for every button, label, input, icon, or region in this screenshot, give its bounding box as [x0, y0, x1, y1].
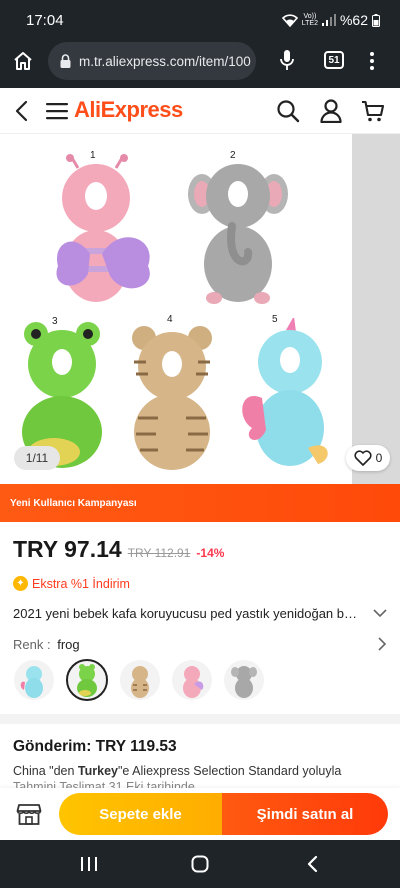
bee-thumbnail: [183, 666, 204, 698]
product-title-row[interactable]: 2021 yeni bebek kafa koruyucusu ped yast…: [13, 603, 387, 623]
unicorn-thumbnail: [20, 666, 43, 698]
microphone-icon[interactable]: [279, 49, 295, 73]
section-divider: [0, 714, 400, 724]
recent-apps-icon[interactable]: [80, 856, 98, 872]
store-icon[interactable]: [16, 801, 42, 827]
price-row: TRY 97.14 TRY 112.91 -14%: [13, 536, 224, 563]
network-bottom: LTE2: [301, 20, 318, 27]
browser-toolbar: m.tr.aliexpress.com/item/100 51: [0, 40, 400, 88]
banner-text: Yeni Kullanıcı Kampanyası: [10, 497, 137, 509]
original-price: TRY 112.91: [127, 546, 191, 560]
wishlist-count: 0: [375, 451, 383, 465]
tiger-pillow-image: [132, 326, 212, 470]
network-top: Vo)): [303, 13, 317, 20]
coupon-star-icon: ✦: [13, 576, 28, 591]
swatch-elephant[interactable]: [224, 660, 264, 700]
extra-discount-text: Ekstra %1 İndirim: [32, 576, 130, 591]
back-arrow-icon[interactable]: [14, 100, 30, 122]
ship-origin: China: [13, 764, 46, 778]
swatch-frog[interactable]: [66, 659, 108, 701]
elephant-pillow-image: [188, 164, 288, 304]
new-user-campaign-banner[interactable]: Yeni Kullanıcı Kampanyası: [0, 484, 400, 522]
ship-from-suffix: "den: [45, 764, 78, 778]
chevron-down-icon[interactable]: [373, 608, 387, 618]
buy-now-button[interactable]: Şimdi satın al: [222, 793, 388, 835]
discount-percent: -14%: [196, 546, 225, 560]
home-icon[interactable]: [12, 50, 34, 72]
shipping-description: China "den Turkey"e Aliexpress Selection…: [13, 762, 385, 780]
chevron-right-icon[interactable]: [377, 637, 387, 651]
gallery-next-image[interactable]: [352, 134, 400, 484]
add-to-cart-button[interactable]: Sepete ekle: [59, 793, 222, 835]
lock-icon: [60, 54, 71, 68]
ship-destination: Turkey: [77, 764, 118, 778]
status-icons: Vo)) LTE2 %62: [281, 12, 380, 28]
product-gallery[interactable]: 1 2 3 4 5 1/11 0: [0, 134, 400, 484]
variant-row[interactable]: Renk : frog: [13, 634, 387, 654]
swatch-unicorn[interactable]: [14, 660, 54, 700]
wishlist-button[interactable]: 0: [346, 445, 390, 471]
cart-icon[interactable]: [361, 99, 385, 123]
screen: 17:04 Vo)) LTE2 %62 m.tr.aliexpress.com/…: [0, 0, 400, 888]
extra-discount[interactable]: ✦ Ekstra %1 İndirim: [13, 576, 130, 591]
url-bar[interactable]: m.tr.aliexpress.com/item/100: [48, 42, 256, 80]
variant-label: Renk: [13, 636, 44, 652]
shipping-title[interactable]: Gönderim: TRY 119.53: [13, 738, 177, 756]
system-navigation-bar: [0, 840, 400, 888]
tiger-thumbnail: [131, 666, 149, 698]
ship-method: "e Aliexpress Selection Standard yoluyla: [118, 764, 342, 778]
product-title: 2021 yeni bebek kafa koruyucusu ped yast…: [13, 605, 363, 621]
bottom-action-bar: Sepete ekle Şimdi satın al: [0, 788, 400, 840]
menu-icon[interactable]: [46, 102, 68, 120]
variant-separator: :: [43, 636, 55, 652]
gallery-main-image[interactable]: 1 2 3 4 5 1/11: [0, 134, 348, 484]
battery-icon: [372, 13, 380, 27]
heart-icon: [354, 450, 372, 466]
tab-switcher-button[interactable]: 51: [324, 51, 344, 69]
status-time: 17:04: [26, 11, 64, 29]
aliexpress-logo[interactable]: AliExpress: [74, 97, 183, 123]
app-header: AliExpress: [0, 88, 400, 134]
url-text: m.tr.aliexpress.com/item/100: [79, 53, 251, 69]
variant-value: frog: [57, 636, 80, 652]
unicorn-pillow-image: [242, 318, 328, 466]
back-button-icon[interactable]: [306, 855, 318, 873]
more-options-icon[interactable]: [369, 51, 375, 71]
swatch-tiger[interactable]: [120, 660, 160, 700]
current-price: TRY 97.14: [13, 536, 122, 562]
account-icon[interactable]: [320, 99, 342, 123]
bee-pillow-image: [56, 154, 150, 302]
elephant-thumbnail: [231, 666, 257, 698]
status-bar: 17:04 Vo)) LTE2 %62: [0, 0, 400, 40]
search-icon[interactable]: [276, 99, 300, 123]
frog-thumbnail: [77, 664, 97, 697]
signal-icon: [321, 14, 336, 26]
network-label: Vo)) LTE2: [302, 13, 318, 27]
gallery-page-indicator: 1/11: [14, 446, 60, 470]
variant-swatches: [14, 659, 274, 702]
swatch-bee[interactable]: [172, 660, 212, 700]
wifi-icon: [281, 13, 298, 27]
battery-percent: %62: [339, 12, 368, 28]
home-button-icon[interactable]: [191, 855, 209, 873]
